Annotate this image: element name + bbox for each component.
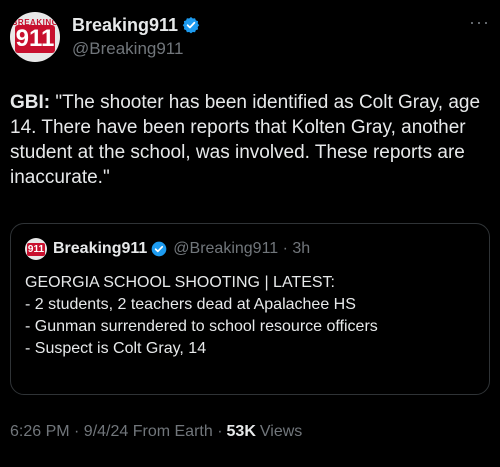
quoted-handle-time: @Breaking911 · 3h — [173, 240, 311, 257]
quoted-post[interactable]: 911 Breaking911 @Breaking911 · 3h GEORGI… — [10, 223, 490, 395]
quoted-display-name: Breaking911 — [53, 240, 148, 257]
post-header: BREAKING 911 Breaking911 @Breaking911 ··… — [10, 12, 490, 64]
quoted-line: - 2 students, 2 teachers dead at Apalach… — [25, 296, 356, 313]
more-options-icon[interactable]: ··· — [469, 12, 490, 33]
avatar-number: 911 — [15, 25, 55, 53]
quoted-line: GEORGIA SCHOOL SHOOTING | LATEST: — [25, 274, 335, 291]
verified-badge-icon — [182, 17, 200, 34]
quoted-post-text: GEORGIA SCHOOL SHOOTING | LATEST: - 2 st… — [25, 272, 475, 360]
author-handle[interactable]: @Breaking911 — [72, 39, 183, 59]
quoted-avatar-number: 911 — [27, 243, 45, 256]
quoted-avatar: 911 — [25, 238, 47, 260]
quoted-line: - Suspect is Colt Gray, 14 — [25, 340, 207, 357]
quoted-line: - Gunman surrendered to school resource … — [25, 318, 378, 335]
post-text: GBI: "The shooter has been identified as… — [10, 90, 490, 190]
author-name-row: Breaking911 — [72, 14, 200, 36]
post-meta: 6:26 PM · 9/4/24 From Earth · 53K Views — [10, 423, 302, 441]
author-display-name[interactable]: Breaking911 — [72, 15, 178, 36]
views-count: 53K — [226, 423, 256, 440]
views-label: Views — [259, 423, 303, 440]
post-timestamp[interactable]: 6:26 PM · 9/4/24 From Earth · — [10, 423, 223, 441]
post-text-body: "The shooter has been identified as Colt… — [10, 92, 481, 188]
avatar[interactable]: BREAKING 911 — [10, 12, 60, 62]
quoted-post-header: 911 Breaking911 @Breaking911 · 3h — [25, 238, 310, 260]
post-text-lead: GBI: — [10, 92, 51, 113]
quoted-verified-badge-icon — [151, 241, 167, 257]
